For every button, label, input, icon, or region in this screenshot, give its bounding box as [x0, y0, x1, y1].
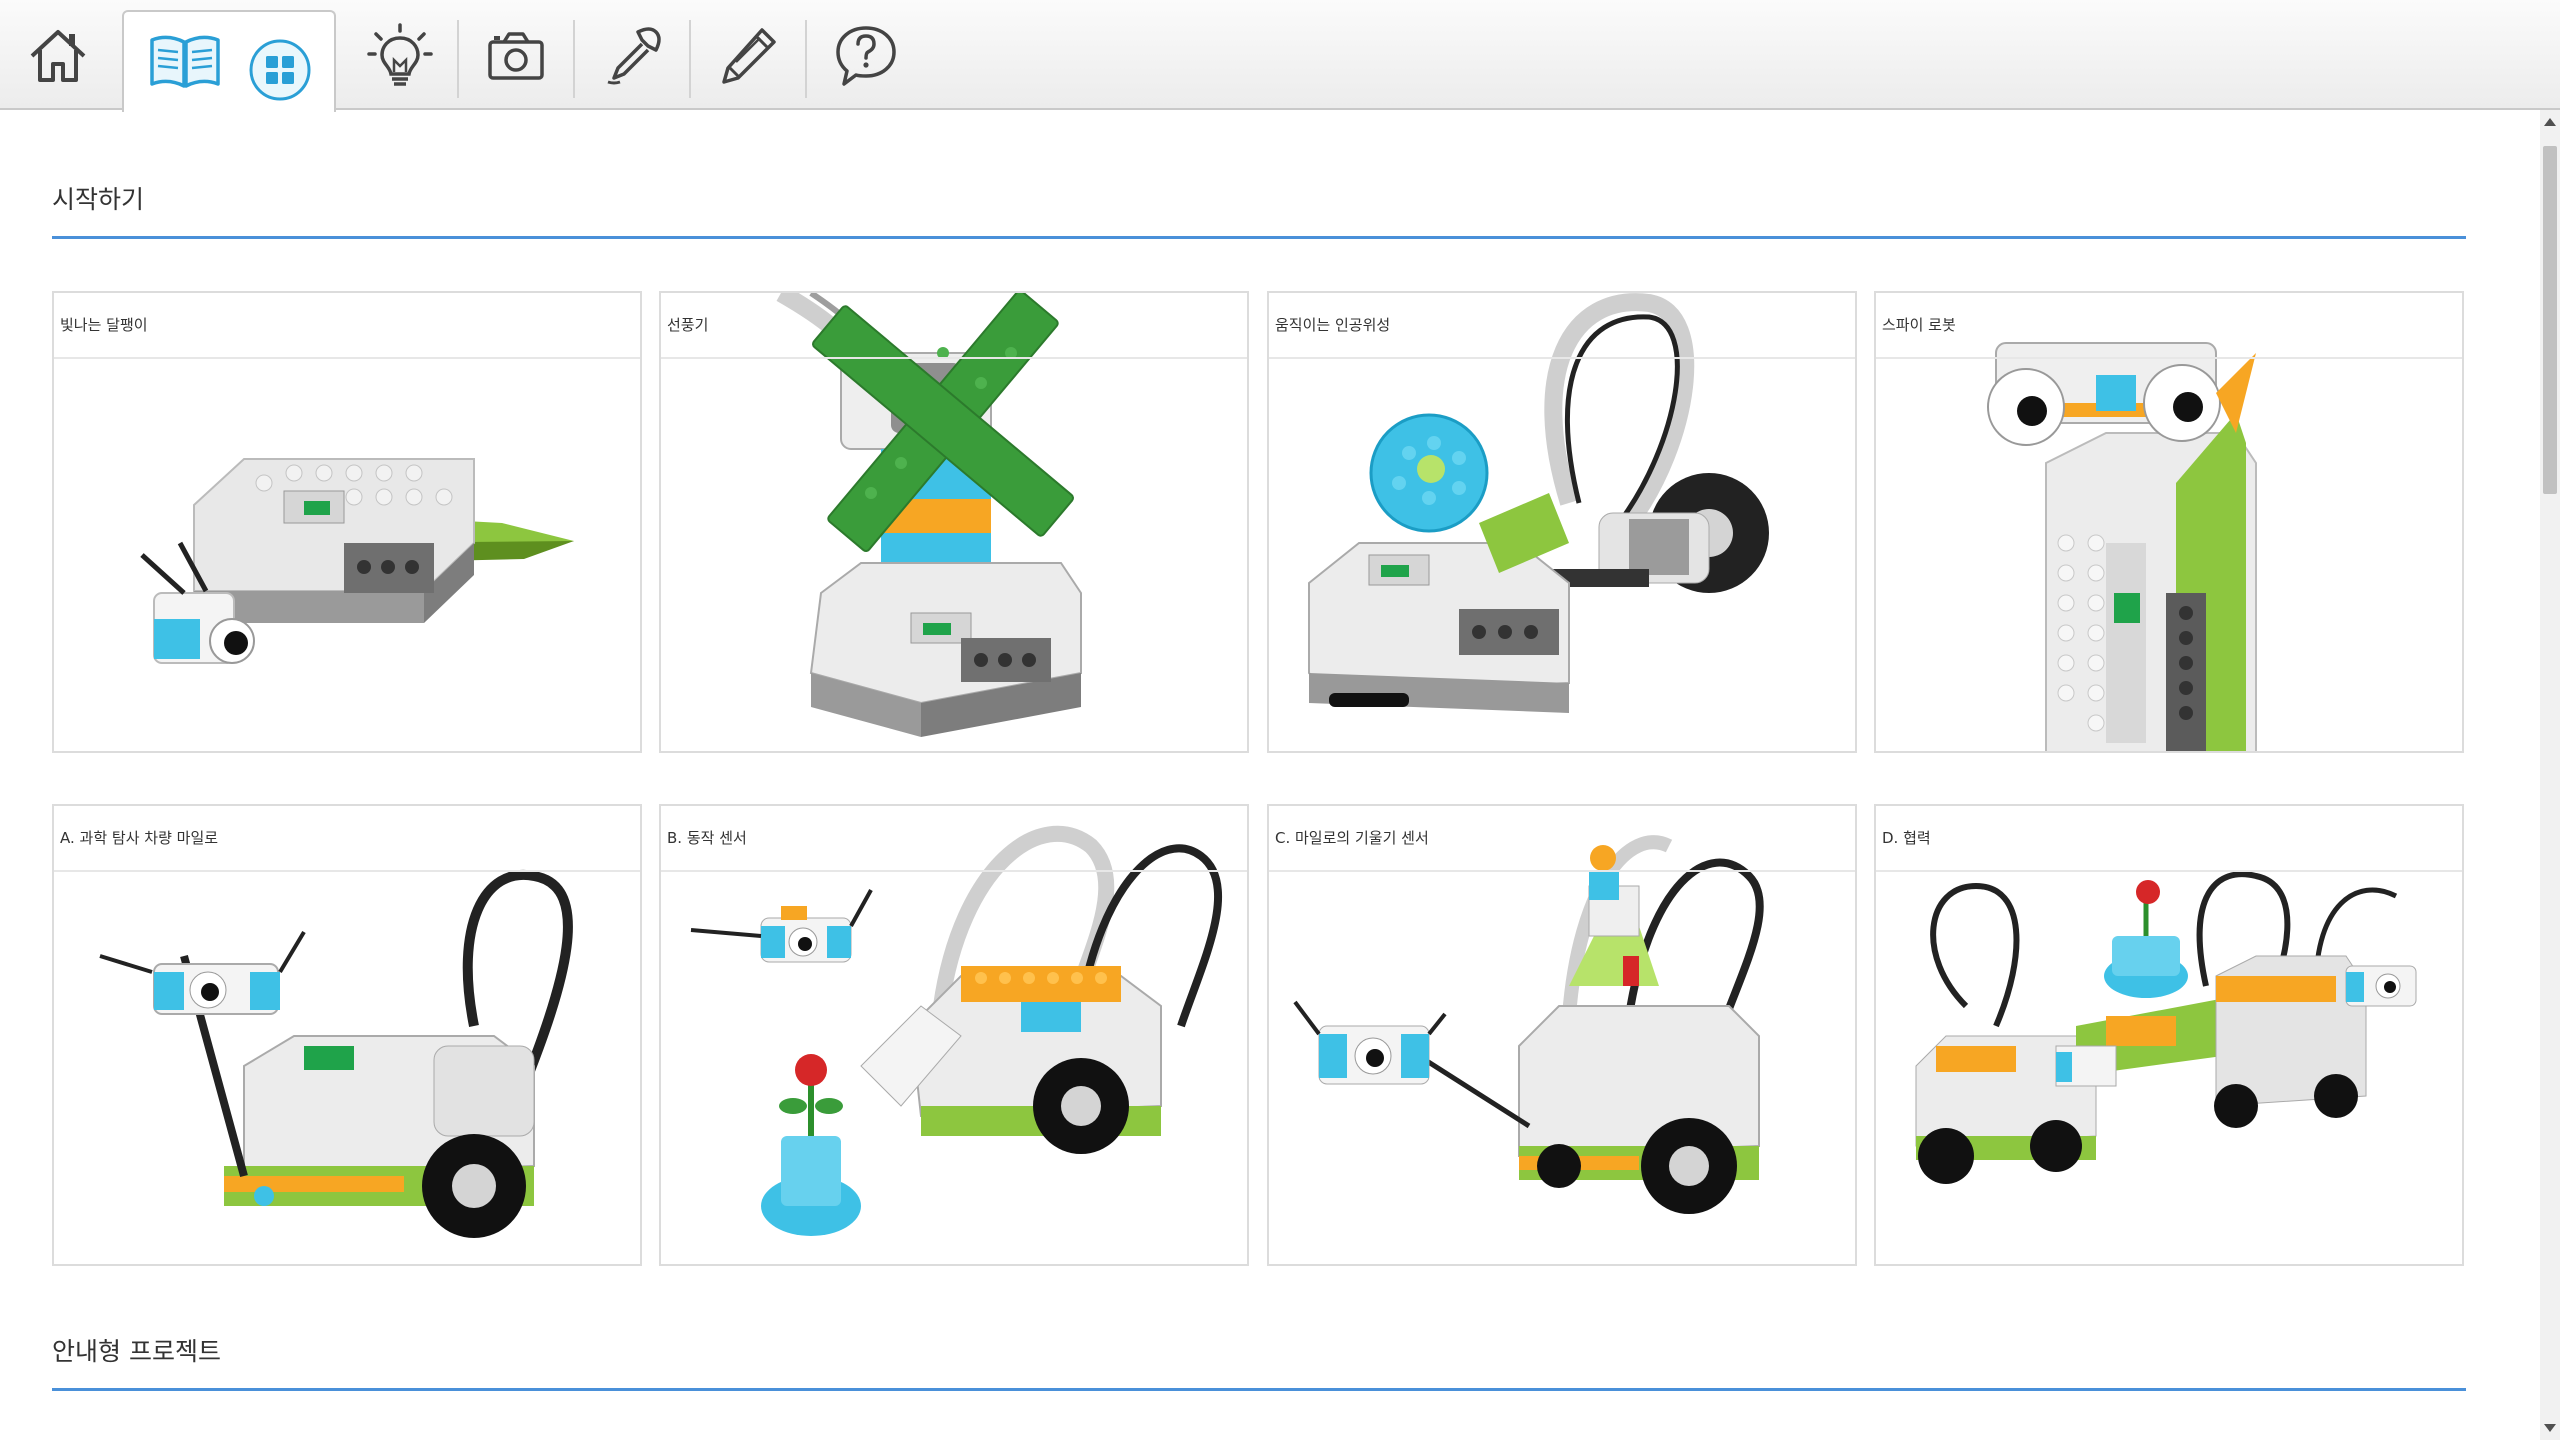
toolbar-separator [805, 20, 807, 98]
project-card-spy-robot[interactable]: 스파이 로봇 [1874, 291, 2464, 753]
help-button[interactable] [822, 12, 910, 100]
milo-rover-model-image [99, 869, 573, 1238]
book-icon [150, 35, 220, 88]
book-button[interactable] [146, 22, 224, 100]
pipette-icon [607, 27, 661, 85]
project-card-motion-sensor[interactable]: B. 동작 센서 [659, 804, 1249, 1266]
section-divider [52, 236, 2466, 239]
project-card-glowing-snail[interactable]: 빛나는 달팽이 [52, 291, 642, 753]
active-tab [122, 10, 336, 112]
pipette-button[interactable] [588, 12, 676, 100]
card-title: 움직이는 인공위성 [1269, 293, 1855, 359]
card-title: C. 마일로의 기울기 센서 [1269, 806, 1855, 872]
project-card-collaboration[interactable]: D. 협력 [1874, 804, 2464, 1266]
toolbar-separator [457, 20, 459, 98]
home-button[interactable] [14, 12, 102, 100]
grid-icon [249, 39, 311, 101]
ideas-button[interactable] [356, 12, 444, 100]
card-title: 선풍기 [661, 293, 1247, 359]
moving-satellite-model-image [1308, 293, 1769, 713]
project-card-milo-rover[interactable]: A. 과학 탐사 차량 마일로 [52, 804, 642, 1266]
grid-button[interactable] [248, 38, 312, 102]
fan-model-image [776, 293, 1082, 737]
camera-icon [488, 32, 544, 80]
scroll-thumb[interactable] [2543, 146, 2557, 494]
card-title: A. 과학 탐사 차량 마일로 [54, 806, 640, 872]
project-card-milo-tilt-sensor[interactable]: C. 마일로의 기울기 센서 [1267, 804, 1857, 1266]
toolbar-separator [689, 20, 691, 98]
spy-robot-model-image [1987, 342, 2257, 751]
pencil-icon [722, 28, 776, 84]
scroll-down-arrow-icon[interactable] [2544, 1424, 2556, 1432]
section-title-guided-projects: 안내형 프로젝트 [52, 1337, 221, 1366]
card-title: D. 협력 [1876, 806, 2462, 872]
glowing-snail-model-image [140, 458, 574, 664]
card-title: 빛나는 달팽이 [54, 293, 640, 359]
help-bubble-icon [836, 26, 896, 86]
home-icon [30, 30, 86, 82]
project-card-fan[interactable]: 선풍기 [659, 291, 1249, 753]
project-card-moving-satellite[interactable]: 움직이는 인공위성 [1267, 291, 1857, 753]
vertical-scrollbar[interactable] [2540, 110, 2560, 1440]
collaboration-model-image [1915, 871, 2417, 1184]
motion-sensor-model-image [690, 825, 1223, 1236]
toolbar-separator [573, 20, 575, 98]
section-divider [52, 1388, 2466, 1391]
milo-tilt-sensor-model-image [1293, 835, 1764, 1214]
card-title: 스파이 로봇 [1876, 293, 2462, 359]
camera-button[interactable] [472, 12, 560, 100]
pencil-button[interactable] [704, 12, 792, 100]
card-title: B. 동작 센서 [661, 806, 1247, 872]
lightbulb-icon [367, 23, 433, 86]
section-title-getting-started: 시작하기 [52, 185, 145, 214]
main-toolbar [0, 0, 2560, 112]
scroll-up-arrow-icon[interactable] [2544, 118, 2556, 126]
